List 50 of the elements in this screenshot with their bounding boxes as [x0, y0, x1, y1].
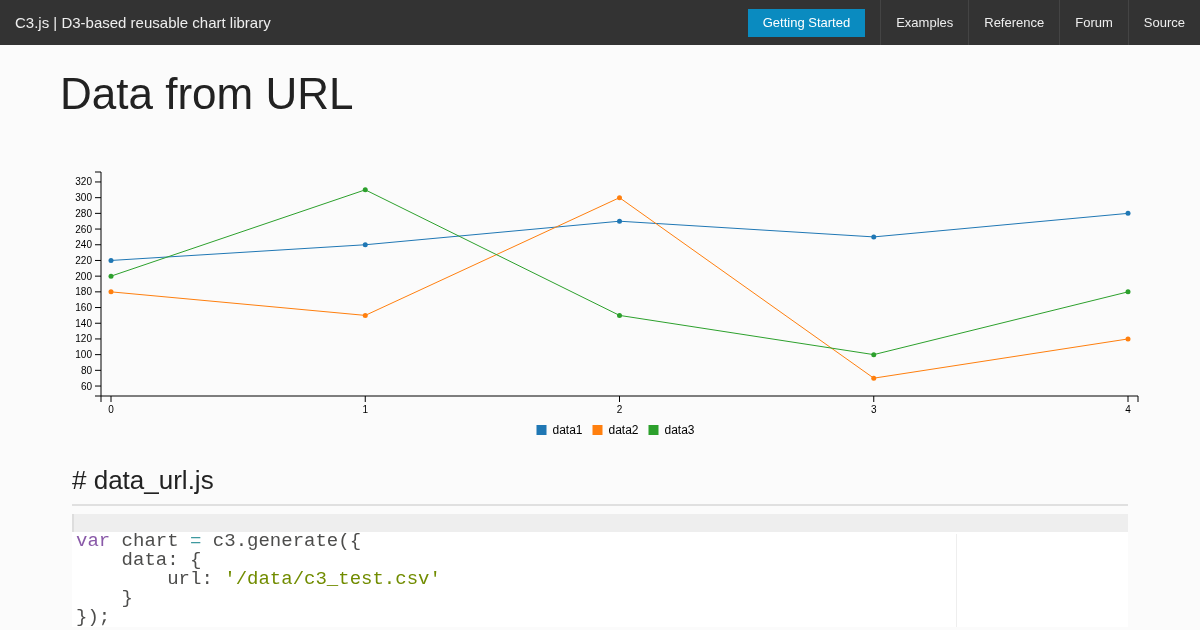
nav-link[interactable]: Forum	[1059, 0, 1128, 45]
nav-link[interactable]: Reference	[968, 0, 1060, 45]
y-tick-label: 260	[75, 223, 92, 235]
y-tick-label: 200	[75, 270, 92, 282]
data-point	[108, 273, 114, 279]
x-tick-label: 1	[362, 404, 369, 415]
legend-label[interactable]: data1	[552, 423, 583, 437]
getting-started-button[interactable]: Getting Started	[747, 8, 866, 37]
data-point	[617, 218, 622, 224]
data-point	[871, 234, 877, 240]
y-tick-label: 80	[80, 364, 92, 376]
legend-label[interactable]: data2	[608, 423, 639, 437]
y-tick-label: 100	[75, 349, 92, 361]
y-tick-label: 320	[75, 176, 92, 188]
code-line: data: {	[120, 551, 202, 570]
data-point	[617, 312, 622, 318]
data-point	[362, 187, 368, 193]
y-tick-label: 60	[80, 380, 92, 392]
nav-link[interactable]: Examples	[880, 0, 969, 45]
data-point	[1125, 289, 1131, 295]
data-point	[362, 312, 368, 318]
x-tick-label: 2	[616, 404, 623, 415]
y-tick-label: 140	[75, 317, 92, 329]
y-tick-label: 220	[75, 254, 92, 266]
data-point	[108, 257, 114, 263]
data-point	[1125, 210, 1131, 216]
data-point	[617, 195, 622, 201]
x-tick-label: 4	[1125, 404, 1131, 415]
data-point	[871, 375, 877, 381]
code-line: });	[76, 608, 111, 627]
y-tick-label: 280	[75, 207, 92, 219]
y-tick-label: 120	[75, 333, 92, 345]
data-point	[871, 352, 877, 358]
data-point	[362, 242, 368, 248]
nav-link[interactable]: Source	[1127, 0, 1200, 45]
code-line: }	[120, 589, 133, 608]
y-tick-label: 180	[75, 286, 92, 298]
data-point	[1125, 336, 1131, 342]
x-tick-label: 0	[108, 404, 114, 415]
code-line: url: '/data/c3_test.csv'	[166, 570, 441, 589]
x-tick-label: 3	[870, 404, 877, 415]
legend-label[interactable]: data3	[664, 423, 695, 437]
code-line: var chart = c3.generate({	[76, 532, 362, 551]
y-tick-label: 240	[75, 239, 92, 251]
page-title: Data from URL	[60, 69, 355, 119]
section-heading: # data_url.js	[72, 464, 1128, 506]
y-tick-label: 300	[75, 192, 92, 204]
site-title: C3.js | D3-based reusable chart library	[14, 14, 271, 31]
y-tick-label: 160	[75, 302, 92, 314]
data-point	[108, 289, 114, 295]
